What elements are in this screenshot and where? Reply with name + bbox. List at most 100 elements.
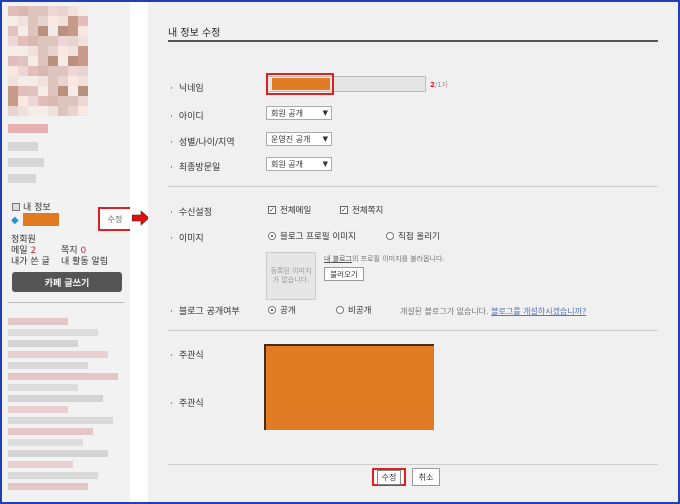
receive-mail-option[interactable]: ✓ 전체메일 [268,204,311,216]
image-upload-option[interactable]: 직접 올리기 [386,230,440,242]
sidebar: 내 정보 ◆ 수정 정회원 메일 2 쪽지 0 내가 쓴 글 내 활동 알림 카… [2,2,130,502]
blurred-menu-item [8,450,108,457]
blog-public-radio[interactable] [268,306,276,314]
gem-icon: ◆ [11,215,19,226]
pixel-block [48,66,58,76]
pixel-block [78,76,88,86]
blog-private-option[interactable]: 비공개 [336,304,371,316]
pixel-block [18,16,28,26]
blurred-menu-item [8,483,88,490]
id-select-value: 회원 공개 [271,108,303,118]
pixel-block [58,66,68,76]
pixel-block [28,106,38,116]
load-image-button[interactable]: 불러오기 [324,267,364,281]
pixel-block [48,56,58,66]
my-blog-link[interactable]: 내 블로그 [324,255,352,263]
pixel-block [38,26,48,36]
blog-private-radio[interactable] [336,306,344,314]
receive-settings-label: 수신설정 [170,205,212,218]
blog-visibility-label: 블로그 공개여부 [170,304,240,317]
pixel-block [8,16,18,26]
pixel-block [78,96,88,106]
redacted-interest-fields[interactable] [264,344,434,430]
divider [8,302,124,303]
pixel-block [68,86,78,96]
pixel-block [48,76,58,86]
image-blog-radio[interactable] [268,232,276,240]
receive-note-label: 전체쪽지 [352,206,384,216]
gender-visibility-select[interactable]: 운영진 공개 ▼ [266,132,332,146]
pixel-block [48,26,58,36]
pixel-block [38,16,48,26]
id-visibility-select[interactable]: 회원 공개 ▼ [266,106,332,120]
blurred-menu-item [8,318,68,325]
nickname-max: /1자 [434,81,449,89]
pixel-block [18,66,28,76]
nickname-highlight [266,73,334,95]
my-posts-link[interactable]: 내가 쓴 글 [11,254,50,267]
pixel-block [18,6,28,16]
blurred-menu-item [8,439,83,446]
pixel-block [58,16,68,26]
pixel-block [8,36,18,46]
chevron-down-icon: ▼ [322,109,328,117]
receive-mail-label: 전체메일 [280,206,312,216]
section-divider [168,464,658,465]
blog-public-option[interactable]: 공개 [268,304,296,316]
save-button[interactable]: 수정 [372,468,406,486]
pixel-block [58,56,68,66]
pixel-block [38,56,48,66]
main-panel: 내 정보 수정 닉네임 2/1자 아이디 회원 공개 ▼ 성별/나이/지역 운영진… [148,2,678,502]
pixel-block [38,96,48,106]
title-divider [168,40,658,42]
blog-public-label: 공개 [280,306,296,316]
pixel-block [58,36,68,46]
nickname-counter: 2/1자 [430,80,448,90]
write-post-button[interactable]: 카페 글쓰기 [12,272,122,292]
pixel-block [68,6,78,16]
pixel-block [28,56,38,66]
gender-select-value: 운영진 공개 [271,134,311,144]
pixel-block [18,56,28,66]
pixel-block [8,6,18,16]
pixel-block [8,86,18,96]
blurred-menu-item [8,461,73,468]
pixel-block [68,96,78,106]
pixel-block [38,66,48,76]
image-placeholder: 등록된 이미지가 없습니다. [266,252,316,300]
blurred-menu-item [8,472,98,479]
pixel-block [78,36,88,46]
profile-image [8,6,88,116]
pixel-block [38,76,48,86]
pixel-block [8,76,18,86]
pixel-block [28,86,38,96]
pixel-block [48,106,58,116]
last-visit-label: 최종방문일 [170,160,220,173]
image-note: 내 블로그의 프로필 이미지를 불러옵니다. [324,254,445,264]
gender-age-region-label: 성별/나이/지역 [170,135,235,148]
blog-note: 개설된 블로그가 없습니다. 블로그를 개설하시겠습니까? [400,306,586,317]
pixel-block [8,106,18,116]
image-upload-radio[interactable] [386,232,394,240]
last-visit-visibility-select[interactable]: 회원 공개 ▼ [266,157,332,171]
blog-note-text: 개설된 블로그가 없습니다. [400,307,489,316]
pixel-block [18,36,28,46]
receive-mail-checkbox[interactable]: ✓ [268,206,276,214]
pixel-block [68,16,78,26]
image-blog-option[interactable]: 블로그 프로필 이미지 [268,230,356,242]
blurred-text [8,124,48,133]
pixel-block [38,36,48,46]
cancel-button[interactable]: 취소 [412,468,440,486]
receive-note-option[interactable]: ✓ 전체쪽지 [340,204,383,216]
pixel-block [8,66,18,76]
section-divider [168,330,658,331]
pixel-block [48,36,58,46]
edit-profile-link[interactable]: 수정 [98,207,130,231]
create-blog-link[interactable]: 블로그를 개설하시겠습니까? [491,307,586,316]
chevron-down-icon: ▼ [322,160,328,168]
receive-note-checkbox[interactable]: ✓ [340,206,348,214]
activity-alert-link[interactable]: 내 활동 알림 [61,254,108,267]
collapse-icon[interactable] [12,202,20,211]
pixel-block [28,76,38,86]
interest-label-2: 주관식 [170,396,204,409]
